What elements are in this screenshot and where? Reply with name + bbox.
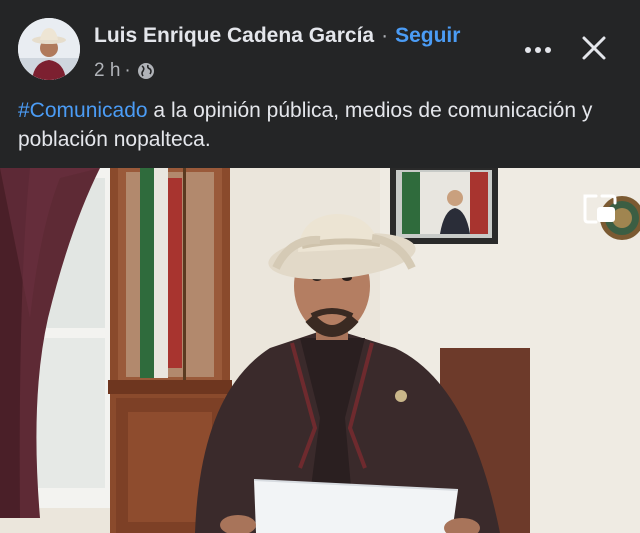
post-meta: 2 h · xyxy=(94,58,155,84)
close-icon xyxy=(581,35,607,66)
more-icon xyxy=(524,41,552,59)
globe-icon xyxy=(137,62,155,80)
picture-in-picture-icon xyxy=(582,192,618,226)
close-button[interactable] xyxy=(574,30,614,70)
video-frame xyxy=(0,168,640,533)
post-text: #Comunicado a la opinión pública, medios… xyxy=(18,96,618,154)
more-options-button[interactable] xyxy=(518,32,558,68)
hashtag-link[interactable]: #Comunicado xyxy=(18,99,148,122)
video-player[interactable] xyxy=(0,168,640,533)
post-header: Luis Enrique Cadena García · Seguir 2 h … xyxy=(0,0,640,168)
avatar[interactable] xyxy=(18,18,80,80)
picture-in-picture-button[interactable] xyxy=(582,192,618,226)
post-time[interactable]: 2 h xyxy=(94,60,120,82)
name-separator: · xyxy=(381,24,389,47)
author-row: Luis Enrique Cadena García · Seguir xyxy=(94,20,460,52)
time-separator: · xyxy=(124,60,131,81)
follow-button[interactable]: Seguir xyxy=(395,24,460,48)
author-name[interactable]: Luis Enrique Cadena García xyxy=(94,24,374,48)
